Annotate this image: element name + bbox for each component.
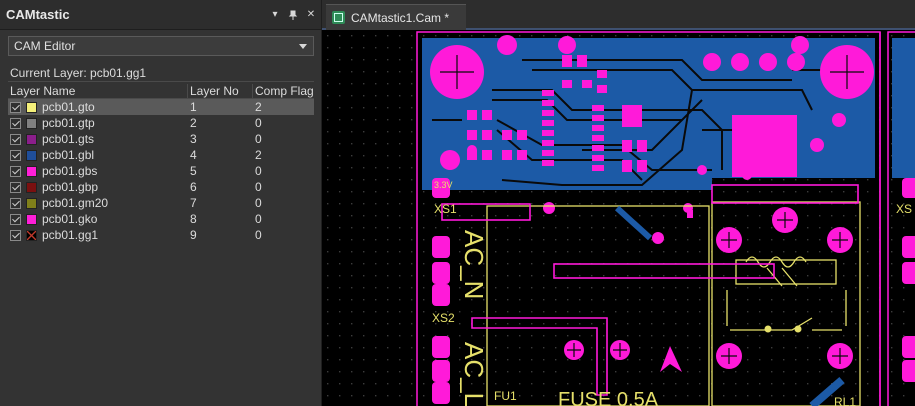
layer-row[interactable]: pcb01.gto 1 2 xyxy=(8,99,314,115)
label-fu1: FU1 xyxy=(494,389,517,403)
layer-name: pcb01.gm20 xyxy=(42,196,109,210)
editor-select[interactable]: CAM Editor xyxy=(8,36,314,56)
layer-no: 2 xyxy=(190,116,197,130)
layer-name: pcb01.gko xyxy=(42,212,98,226)
layer-name-cell: pcb01.gm20 xyxy=(8,196,188,210)
layer-color-swatch[interactable] xyxy=(26,197,37,209)
editor-select-value: CAM Editor xyxy=(14,39,76,53)
layer-no: 1 xyxy=(190,100,197,114)
column-header-layer-no[interactable]: Layer No xyxy=(188,83,253,99)
layer-no: 9 xyxy=(190,228,197,242)
layer-color-swatch[interactable] xyxy=(26,117,37,129)
layer-visible-checkbox[interactable] xyxy=(10,165,21,177)
comp-flag: 0 xyxy=(255,212,262,226)
label-3v3: 3.3V xyxy=(434,180,453,190)
layer-visible-checkbox[interactable] xyxy=(10,149,21,161)
layer-name: pcb01.gg1 xyxy=(42,228,99,242)
layer-name: pcb01.gbs xyxy=(42,164,98,178)
comp-flag: 2 xyxy=(255,100,262,114)
cam-document-icon xyxy=(332,11,345,24)
layer-row[interactable]: pcb01.gtp 2 0 xyxy=(8,115,314,131)
label-rl1: RL1 xyxy=(834,395,856,406)
layer-visible-checkbox[interactable] xyxy=(10,197,21,209)
document-tab-bar: CAMtastic1.Cam * xyxy=(322,0,915,30)
layer-visible-checkbox[interactable] xyxy=(10,213,21,225)
panel-menu-icon[interactable]: ▾ xyxy=(267,7,283,23)
camtastic-panel: CAMtastic ▾ ✕ CAM Editor Current Layer: … xyxy=(0,0,322,406)
label-xs2: XS2 xyxy=(432,311,455,325)
layer-row[interactable]: pcb01.gg1 9 0 xyxy=(8,227,314,243)
layer-color-swatch[interactable] xyxy=(26,133,37,145)
layer-no: 6 xyxy=(190,180,197,194)
comp-flag: 0 xyxy=(255,164,262,178)
comp-flag: 0 xyxy=(255,196,262,210)
close-icon[interactable]: ✕ xyxy=(303,7,319,23)
layer-color-swatch[interactable] xyxy=(26,101,37,113)
layer-name-cell: pcb01.gbp xyxy=(8,180,188,194)
pcb-canvas[interactable]: 3.3V XS1 XS2 XS FU1 FUSE 0.5A RL1 AC_N A… xyxy=(322,30,915,406)
layer-row[interactable]: pcb01.gbl 4 2 xyxy=(8,147,314,163)
layer-no: 5 xyxy=(190,164,197,178)
layer-name: pcb01.gtp xyxy=(42,116,95,130)
layer-visible-checkbox[interactable] xyxy=(10,101,21,113)
layer-no: 4 xyxy=(190,148,197,162)
panel-header: CAMtastic ▾ ✕ xyxy=(0,0,321,30)
layer-name-cell: pcb01.gtp xyxy=(8,116,188,130)
layer-name-cell: pcb01.gts xyxy=(8,132,188,146)
label-xs-right: XS xyxy=(896,202,912,216)
layer-no: 8 xyxy=(190,212,197,226)
layer-color-swatch[interactable] xyxy=(26,181,37,193)
layer-visible-checkbox[interactable] xyxy=(10,133,21,145)
label-ac-n: AC_N xyxy=(459,230,489,299)
layer-row[interactable]: pcb01.gts 3 0 xyxy=(8,131,314,147)
layer-color-swatch[interactable] xyxy=(26,165,37,177)
layer-color-swatch[interactable] xyxy=(26,213,37,225)
layer-color-swatch[interactable] xyxy=(26,149,37,161)
panel-title: CAMtastic xyxy=(6,7,70,22)
layer-name: pcb01.gbl xyxy=(42,148,95,162)
current-layer-label: Current Layer: pcb01.gg1 xyxy=(8,66,314,82)
column-header-layer-name[interactable]: Layer Name xyxy=(8,83,188,99)
layer-name-cell: pcb01.gto xyxy=(8,100,188,114)
layer-name: pcb01.gto xyxy=(42,100,95,114)
layer-name: pcb01.gts xyxy=(42,132,95,146)
layer-row[interactable]: pcb01.gbp 6 0 xyxy=(8,179,314,195)
layer-row[interactable]: pcb01.gm20 7 0 xyxy=(8,195,314,211)
layer-no: 7 xyxy=(190,196,197,210)
tab-camtastic1[interactable]: CAMtastic1.Cam * xyxy=(326,4,466,30)
pin-icon[interactable] xyxy=(285,7,301,23)
layer-table: Layer Name Layer No Comp Flag pcb01.gto 1… xyxy=(8,83,314,243)
layer-color-swatch[interactable] xyxy=(26,229,37,241)
layer-visible-checkbox[interactable] xyxy=(10,181,21,193)
comp-flag: 0 xyxy=(255,132,262,146)
column-header-comp-flag[interactable]: Comp Flag xyxy=(253,84,314,99)
layer-name-cell: pcb01.gko xyxy=(8,212,188,226)
comp-flag: 0 xyxy=(255,180,262,194)
layer-name-cell: pcb01.gg1 xyxy=(8,228,188,242)
label-ac-l: AC_L xyxy=(459,342,489,406)
label-xs1: XS1 xyxy=(434,202,457,216)
pcb-view: 3.3V XS1 XS2 XS FU1 FUSE 0.5A RL1 AC_N A… xyxy=(322,30,915,406)
layer-name: pcb01.gbp xyxy=(42,180,99,194)
layer-rows: pcb01.gto 1 2 pcb01.gtp 2 0 pcb01.gts 3 0 pcb01.g… xyxy=(8,99,314,243)
comp-flag: 2 xyxy=(255,148,262,162)
layer-visible-checkbox[interactable] xyxy=(10,229,21,241)
layer-name-cell: pcb01.gbl xyxy=(8,148,188,162)
layer-visible-checkbox[interactable] xyxy=(10,117,21,129)
comp-flag: 0 xyxy=(255,116,262,130)
tab-label: CAMtastic1.Cam * xyxy=(351,10,450,25)
chevron-down-icon xyxy=(299,43,307,49)
label-fuse: FUSE 0.5A xyxy=(558,389,659,406)
copper-pour-right xyxy=(892,38,915,178)
layer-name-cell: pcb01.gbs xyxy=(8,164,188,178)
layer-row[interactable]: pcb01.gko 8 0 xyxy=(8,211,314,227)
comp-flag: 0 xyxy=(255,228,262,242)
layer-table-header: Layer Name Layer No Comp Flag xyxy=(8,83,314,99)
layer-row[interactable]: pcb01.gbs 5 0 xyxy=(8,163,314,179)
layer-no: 3 xyxy=(190,132,197,146)
